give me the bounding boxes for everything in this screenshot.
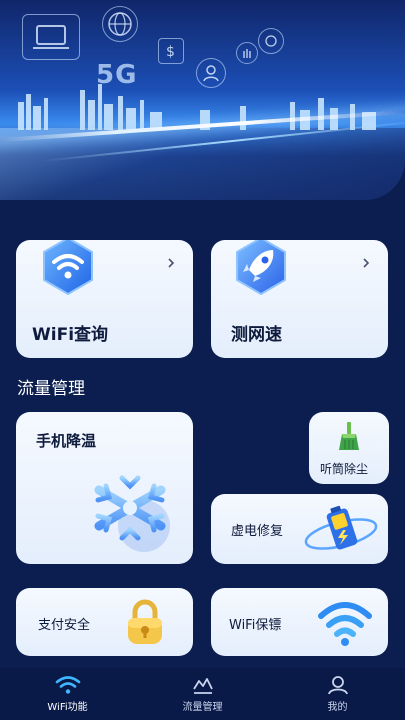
globe-icon bbox=[102, 6, 138, 42]
hand-icon bbox=[236, 42, 258, 64]
padlock-icon bbox=[120, 598, 170, 648]
touch-icon bbox=[258, 28, 284, 54]
snowflake-icon bbox=[82, 460, 178, 556]
dollar-icon: $ bbox=[158, 38, 184, 64]
hero-banner: $ 5G bbox=[0, 0, 405, 200]
wifi-signal-icon bbox=[315, 596, 375, 650]
speaker-clean-label: 听筒除尘 bbox=[320, 462, 369, 476]
traffic-chart-icon bbox=[192, 678, 213, 694]
payment-security-card[interactable]: 支付安全 bbox=[16, 588, 193, 656]
phone-cool-label: 手机降温 bbox=[36, 432, 97, 450]
wifi-guard-card[interactable]: WiFi保镖 bbox=[211, 588, 388, 656]
chevron-right-icon bbox=[168, 258, 175, 268]
nav-item-profile[interactable]: 我的 bbox=[270, 668, 405, 720]
nav-item-traffic[interactable]: 流量管理 bbox=[135, 668, 270, 720]
speed-test-label: 测网速 bbox=[231, 325, 282, 345]
speaker-clean-card[interactable]: 听筒除尘 bbox=[309, 412, 389, 484]
rocket-badge-icon bbox=[225, 240, 297, 302]
bottom-nav: WiFi功能 流量管理 我的 bbox=[0, 668, 405, 720]
user-icon bbox=[327, 676, 348, 695]
battery-icon bbox=[299, 502, 383, 558]
wifi-query-label: WiFi查询 bbox=[32, 325, 109, 345]
wifi-icon bbox=[55, 676, 80, 694]
wifi-guard-label: WiFi保镖 bbox=[229, 618, 282, 633]
payment-security-label: 支付安全 bbox=[38, 618, 91, 633]
phone-cool-card[interactable]: 手机降温 bbox=[16, 412, 193, 564]
wifi-query-card[interactable]: WiFi查询 bbox=[16, 240, 193, 358]
broom-icon bbox=[333, 420, 365, 452]
nav-label-traffic: 流量管理 bbox=[182, 702, 223, 713]
nav-label-profile: 我的 bbox=[327, 702, 348, 713]
speed-test-card[interactable]: 测网速 bbox=[211, 240, 388, 358]
nav-item-wifi[interactable]: WiFi功能 bbox=[0, 668, 135, 720]
svg-text:$: $ bbox=[166, 44, 175, 60]
laptop-icon bbox=[22, 14, 80, 60]
battery-repair-label: 虚电修复 bbox=[231, 524, 284, 539]
city-skyline-graphic bbox=[18, 84, 376, 130]
nav-label-wifi: WiFi功能 bbox=[47, 702, 88, 713]
section-title-traffic: 流量管理 bbox=[17, 379, 85, 399]
wifi-badge-icon bbox=[34, 240, 102, 302]
battery-repair-card[interactable]: 虚电修复 bbox=[211, 494, 388, 564]
chevron-right-icon bbox=[363, 258, 370, 268]
